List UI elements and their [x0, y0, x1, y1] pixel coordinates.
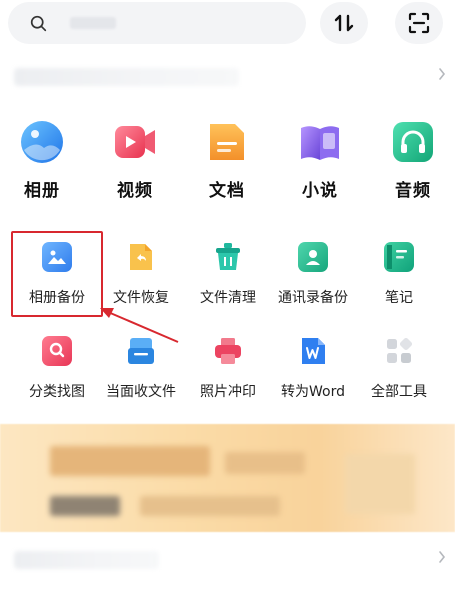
bottom-section-header[interactable] [0, 545, 455, 575]
album-icon [20, 120, 64, 164]
contacts-backup-icon [298, 242, 328, 272]
banner-blur-block [50, 496, 120, 516]
category-album[interactable]: 相册 [2, 112, 82, 201]
scan-icon [408, 12, 430, 34]
annotation-arrow [100, 308, 179, 343]
tool-word-convert[interactable]: 转为Word [266, 336, 360, 401]
tool-image-search[interactable]: 分类找图 [10, 336, 104, 401]
tool-label: 当面收文件 [106, 384, 176, 400]
highlight-box-photo-backup [11, 231, 103, 317]
category-label: 小说 [302, 181, 338, 201]
search-icon [30, 15, 47, 32]
category-audio[interactable]: 音频 [373, 112, 453, 201]
file-clean-icon [213, 242, 243, 272]
category-row: 相册 视频 文档 小说 音频 [0, 112, 455, 202]
search-bar[interactable] [8, 2, 306, 44]
promo-banner[interactable] [0, 424, 455, 532]
tool-photo-print[interactable]: 照片冲印 [181, 336, 275, 401]
sort-button[interactable] [320, 2, 368, 44]
photo-print-icon [213, 336, 243, 366]
category-document[interactable]: 文档 [187, 112, 267, 201]
recent-section-header[interactable] [0, 62, 455, 92]
category-label: 相册 [24, 181, 60, 201]
chevron-right-icon [439, 68, 446, 80]
sort-arrows-icon [334, 14, 354, 32]
tool-label: 笔记 [385, 290, 413, 306]
video-icon [113, 120, 157, 164]
category-label: 视频 [117, 181, 153, 201]
category-novel[interactable]: 小说 [280, 112, 360, 201]
tool-file-clean[interactable]: 文件清理 [181, 242, 275, 307]
tool-note[interactable]: 笔记 [352, 242, 446, 307]
top-bar [0, 0, 455, 48]
blurred-section-title [14, 68, 239, 86]
search-placeholder-blur [70, 17, 116, 29]
tool-label: 分类找图 [29, 384, 85, 400]
scan-button[interactable] [395, 2, 443, 44]
file-restore-icon [126, 242, 156, 272]
book-icon [298, 120, 342, 164]
blurred-section-title [14, 551, 159, 569]
banner-blur-block [225, 452, 305, 474]
chevron-right-icon [439, 551, 446, 563]
image-search-icon [42, 336, 72, 366]
category-label: 音频 [395, 181, 431, 201]
headphone-icon [391, 120, 435, 164]
tool-label: 照片冲印 [200, 384, 256, 400]
tool-file-restore[interactable]: 文件恢复 [94, 242, 188, 307]
tool-label: 全部工具 [371, 384, 427, 400]
banner-blur-block [140, 496, 280, 516]
all-tools-icon [384, 336, 414, 366]
tool-label: 文件清理 [200, 290, 256, 306]
category-label: 文档 [209, 181, 245, 201]
tool-label: 转为Word [281, 384, 345, 400]
note-icon [384, 242, 414, 272]
tool-label: 通讯录备份 [278, 290, 348, 306]
category-video[interactable]: 视频 [95, 112, 175, 201]
banner-blur-block [50, 446, 210, 476]
tool-contacts-backup[interactable]: 通讯录备份 [266, 242, 360, 307]
banner-blur-block [345, 454, 415, 514]
word-convert-icon [298, 336, 328, 366]
document-icon [205, 120, 249, 164]
tool-all-tools[interactable]: 全部工具 [352, 336, 446, 401]
